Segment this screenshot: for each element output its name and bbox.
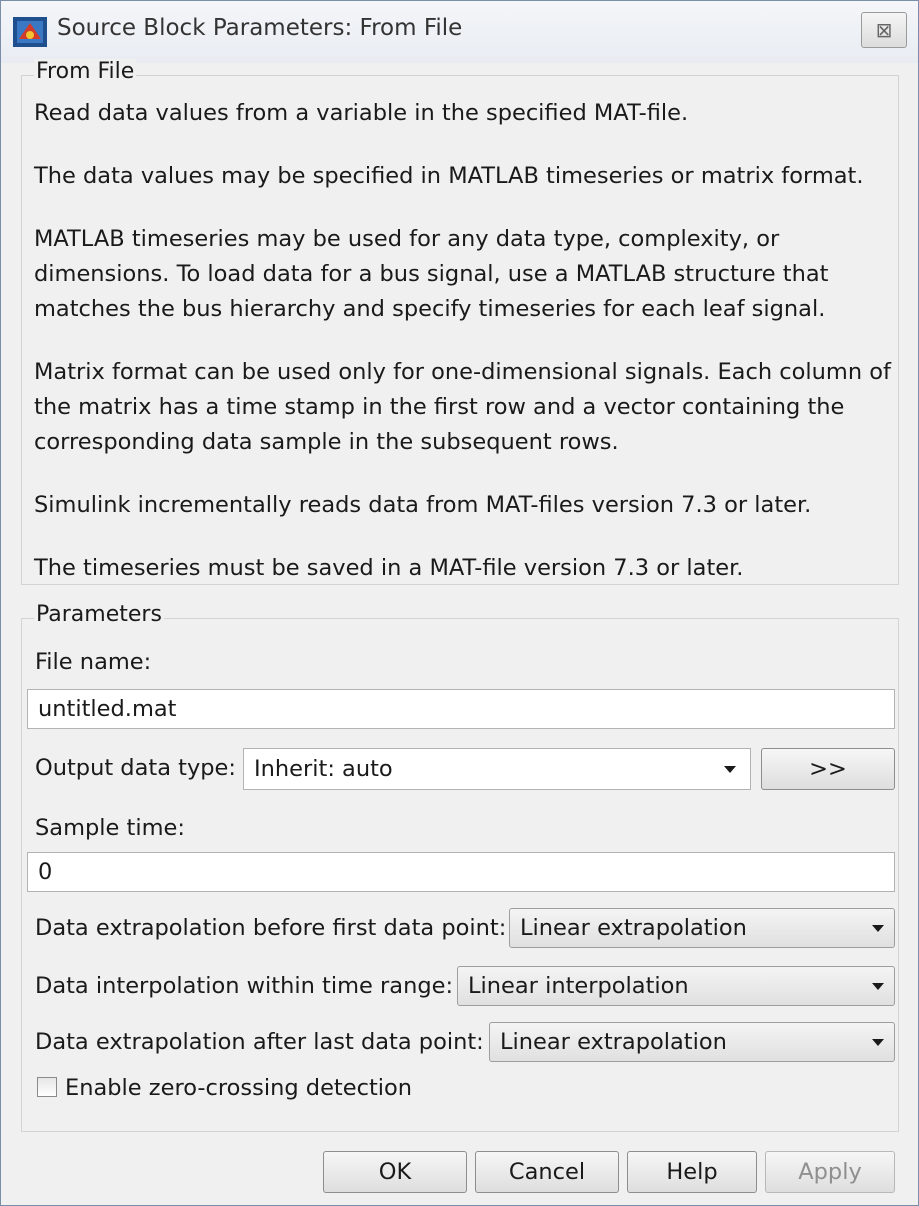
interpolation-dropdown[interactable]: Linear interpolation — [457, 966, 895, 1006]
parameters-group-label: Parameters — [34, 602, 164, 627]
zero-crossing-checkbox[interactable] — [37, 1077, 57, 1097]
output-data-type-label: Output data type: — [35, 755, 236, 781]
chevron-down-icon — [724, 766, 736, 773]
description-paragraph: Read data values from a variable in the … — [34, 100, 689, 126]
sample-time-label: Sample time: — [35, 815, 185, 841]
interpolation-label: Data interpolation within time range: — [35, 973, 454, 999]
output-data-type-value: Inherit: auto — [254, 756, 393, 782]
description-paragraph: The timeseries must be saved in a MAT-fi… — [34, 555, 744, 581]
title-bar[interactable]: Source Block Parameters: From File ⊠ — [1, 1, 918, 63]
description-paragraph: Simulink incrementally reads data from M… — [34, 492, 812, 518]
ok-button[interactable]: OK — [323, 1151, 467, 1193]
description-group-label: From File — [34, 59, 137, 84]
simulink-block-icon — [13, 17, 47, 47]
help-button[interactable]: Help — [627, 1151, 757, 1193]
sample-time-field[interactable]: 0 — [27, 852, 895, 892]
extrapolation-after-label: Data extrapolation after last data point… — [35, 1029, 484, 1055]
description-paragraph: Matrix format can be used only for one-d… — [34, 359, 891, 455]
cancel-button[interactable]: Cancel — [475, 1151, 619, 1193]
extrapolation-before-value: Linear extrapolation — [520, 915, 747, 941]
apply-button[interactable]: Apply — [765, 1151, 895, 1193]
description-text: Read data values from a variable in the … — [34, 96, 896, 614]
description-paragraph: MATLAB timeseries may be used for any da… — [34, 226, 829, 322]
chevron-down-icon — [872, 925, 884, 932]
description-paragraph: The data values may be specified in MATL… — [34, 163, 864, 189]
chevron-down-icon — [872, 983, 884, 990]
dialog-window: Source Block Parameters: From File ⊠ Fro… — [0, 0, 919, 1206]
description-group: From File Read data values from a variab… — [21, 59, 899, 585]
output-data-type-combo[interactable]: Inherit: auto — [243, 748, 751, 790]
close-button[interactable]: ⊠ — [861, 12, 907, 48]
extrapolation-before-label: Data extrapolation before first data poi… — [35, 915, 507, 941]
file-name-label: File name: — [35, 649, 152, 675]
file-name-field[interactable]: untitled.mat — [27, 689, 895, 729]
chevron-down-icon — [872, 1039, 884, 1046]
window-title: Source Block Parameters: From File — [57, 15, 463, 41]
data-type-assistant-button[interactable]: >> — [761, 748, 895, 790]
interpolation-value: Linear interpolation — [468, 973, 689, 999]
extrapolation-after-dropdown[interactable]: Linear extrapolation — [489, 1022, 895, 1062]
zero-crossing-label[interactable]: Enable zero-crossing detection — [65, 1075, 412, 1101]
extrapolation-before-dropdown[interactable]: Linear extrapolation — [509, 908, 895, 948]
extrapolation-after-value: Linear extrapolation — [500, 1029, 727, 1055]
close-icon: ⊠ — [875, 18, 893, 42]
